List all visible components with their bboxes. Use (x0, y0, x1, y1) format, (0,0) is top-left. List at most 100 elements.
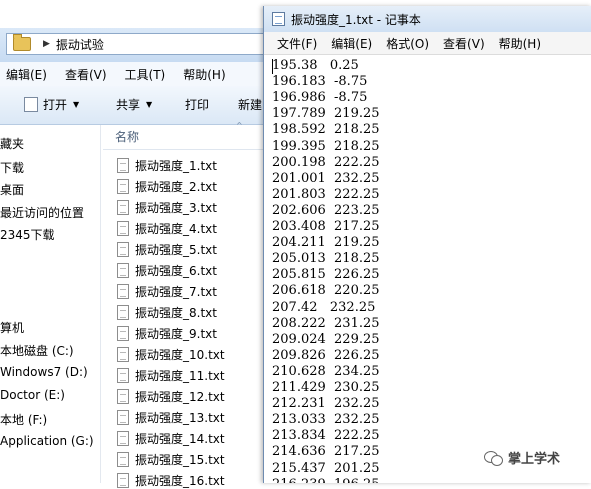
text-line: 198.592 218.25 (272, 122, 380, 138)
text-file-icon (117, 157, 129, 173)
nav-drive-d[interactable]: Windows7 (D:) (0, 365, 88, 379)
text-line: 204.211 219.25 (272, 235, 380, 251)
print-button[interactable]: 打印 (185, 96, 209, 113)
text-line: 208.222 231.25 (272, 315, 380, 331)
text-line: 201.803 222.25 (272, 186, 380, 202)
nav-downloads[interactable]: 下载 (0, 159, 24, 176)
breadcrumb[interactable]: 振动试验 (56, 36, 104, 53)
file-row[interactable]: 振动强度_7.txt (117, 282, 217, 300)
header-divider (103, 149, 263, 150)
nav-drive-c[interactable]: 本地磁盘 (C:) (0, 342, 74, 359)
nav-2345-downloads[interactable]: 2345下载 (0, 226, 55, 243)
share-button[interactable]: 共享 ▼ (116, 96, 152, 113)
text-line: 195.38 0.25 (272, 58, 359, 73)
text-line: 209.826 226.25 (272, 347, 380, 363)
text-line: 216.239 196.25 (272, 477, 380, 483)
menu-help[interactable]: 帮助(H) (183, 66, 225, 83)
text-line: 201.001 232.25 (272, 170, 380, 186)
file-name: 振动强度_1.txt (135, 158, 217, 173)
menu-edit[interactable]: 编辑(E) (331, 35, 372, 52)
notepad-titlebar[interactable]: 振动强度_1.txt - 记事本 (264, 6, 591, 32)
text-line: 207.42 232.25 (272, 299, 376, 315)
text-line: 209.024 229.25 (272, 331, 380, 347)
file-name: 振动强度_16.txt (135, 473, 225, 488)
file-row[interactable]: 振动强度_4.txt (117, 219, 217, 237)
file-row[interactable]: 振动强度_16.txt (117, 471, 225, 489)
text-line: 205.815 226.25 (272, 267, 380, 283)
text-file-icon (117, 283, 129, 299)
text-line: 200.198 222.25 (272, 154, 380, 170)
menu-help[interactable]: 帮助(H) (499, 35, 541, 52)
watermark: 掌上学术 (484, 448, 560, 467)
dropdown-arrow-icon: ▼ (146, 100, 153, 109)
text-file-icon (117, 304, 129, 320)
address-box[interactable]: ▶ 振动试验 (6, 33, 276, 55)
file-row[interactable]: 振动强度_1.txt (117, 156, 217, 174)
notepad-icon (272, 12, 285, 26)
file-name: 振动强度_14.txt (135, 431, 225, 446)
file-row[interactable]: 振动强度_12.txt (117, 387, 225, 405)
text-line: 197.789 219.25 (272, 106, 380, 122)
folder-icon (13, 34, 31, 51)
file-name: 振动强度_6.txt (135, 263, 217, 278)
file-name: 振动强度_7.txt (135, 284, 217, 299)
menu-edit[interactable]: 编辑(E) (6, 66, 47, 83)
file-name: 振动强度_10.txt (135, 347, 225, 362)
nav-recent-places[interactable]: 最近访问的位置 (0, 204, 84, 221)
text-line: 196.183 -8.75 (272, 74, 368, 90)
file-row[interactable]: 振动强度_13.txt (117, 408, 225, 426)
file-name: 振动强度_9.txt (135, 326, 217, 341)
text-line: 199.395 218.25 (272, 138, 380, 154)
file-row[interactable]: 振动强度_2.txt (117, 177, 217, 195)
file-row[interactable]: 振动强度_8.txt (117, 303, 217, 321)
text-line: 196.986 -8.75 (272, 90, 368, 106)
nav-computer[interactable]: 算机 (0, 319, 24, 336)
text-file-icon (117, 199, 129, 215)
notepad-title: 振动强度_1.txt - 记事本 (291, 12, 421, 27)
sort-arrow-icon: ^ (236, 121, 243, 130)
nav-drive-f[interactable]: 本地 (F:) (0, 411, 47, 428)
file-row[interactable]: 振动强度_9.txt (117, 324, 217, 342)
nav-drive-e[interactable]: Doctor (E:) (0, 388, 65, 402)
file-row[interactable]: 振动强度_6.txt (117, 261, 217, 279)
text-file-icon (117, 367, 129, 383)
menu-view[interactable]: 查看(V) (65, 66, 107, 83)
file-row[interactable]: 振动强度_10.txt (117, 345, 225, 363)
file-row[interactable]: 振动强度_14.txt (117, 429, 225, 447)
new-button[interactable]: 新建 (238, 96, 262, 113)
file-name: 振动强度_8.txt (135, 305, 217, 320)
text-file-icon (117, 241, 129, 257)
file-name: 振动强度_5.txt (135, 242, 217, 257)
text-line: 213.033 232.25 (272, 412, 380, 428)
menu-view[interactable]: 查看(V) (443, 35, 485, 52)
text-line: 202.606 223.25 (272, 202, 380, 218)
file-name: 振动强度_13.txt (135, 410, 225, 425)
text-file-icon (117, 262, 129, 278)
menu-file[interactable]: 文件(F) (277, 35, 317, 52)
nav-favorites[interactable]: 藏夹 (0, 135, 24, 152)
share-label: 共享 (116, 98, 141, 112)
menu-tools[interactable]: 工具(T) (125, 66, 166, 83)
text-line: 213.834 222.25 (272, 428, 380, 444)
watermark-text: 掌上学术 (508, 452, 561, 467)
file-row[interactable]: 振动强度_11.txt (117, 366, 225, 384)
open-button[interactable]: 打开 ▼ (24, 96, 79, 113)
file-row[interactable]: 振动强度_3.txt (117, 198, 217, 216)
text-file-icon (117, 430, 129, 446)
wechat-icon (484, 450, 503, 466)
file-name: 振动强度_15.txt (135, 452, 225, 467)
new-label: 新建 (238, 98, 263, 112)
column-header-name[interactable]: 名称 (115, 128, 139, 145)
nav-desktop[interactable]: 桌面 (0, 181, 24, 198)
nav-drive-g[interactable]: Application (G:) (0, 434, 94, 448)
menu-format[interactable]: 格式(O) (386, 35, 429, 52)
notepad-text-area[interactable]: 195.38 0.25 196.183 -8.75 196.986 -8.75 197… (268, 58, 588, 483)
dropdown-arrow-icon: ▼ (73, 100, 80, 109)
file-row[interactable]: 振动强度_15.txt (117, 450, 225, 468)
file-row[interactable]: 振动强度_5.txt (117, 240, 217, 258)
text-file-icon (117, 388, 129, 404)
text-file-icon (117, 325, 129, 341)
text-file-icon (117, 451, 129, 467)
breadcrumb-chevron-icon[interactable]: ▶ (43, 39, 50, 49)
file-list: ^ 名称 振动强度_1.txt 振动强度_2.txt 振动强度_3.txt 振动强度_… (103, 121, 263, 488)
